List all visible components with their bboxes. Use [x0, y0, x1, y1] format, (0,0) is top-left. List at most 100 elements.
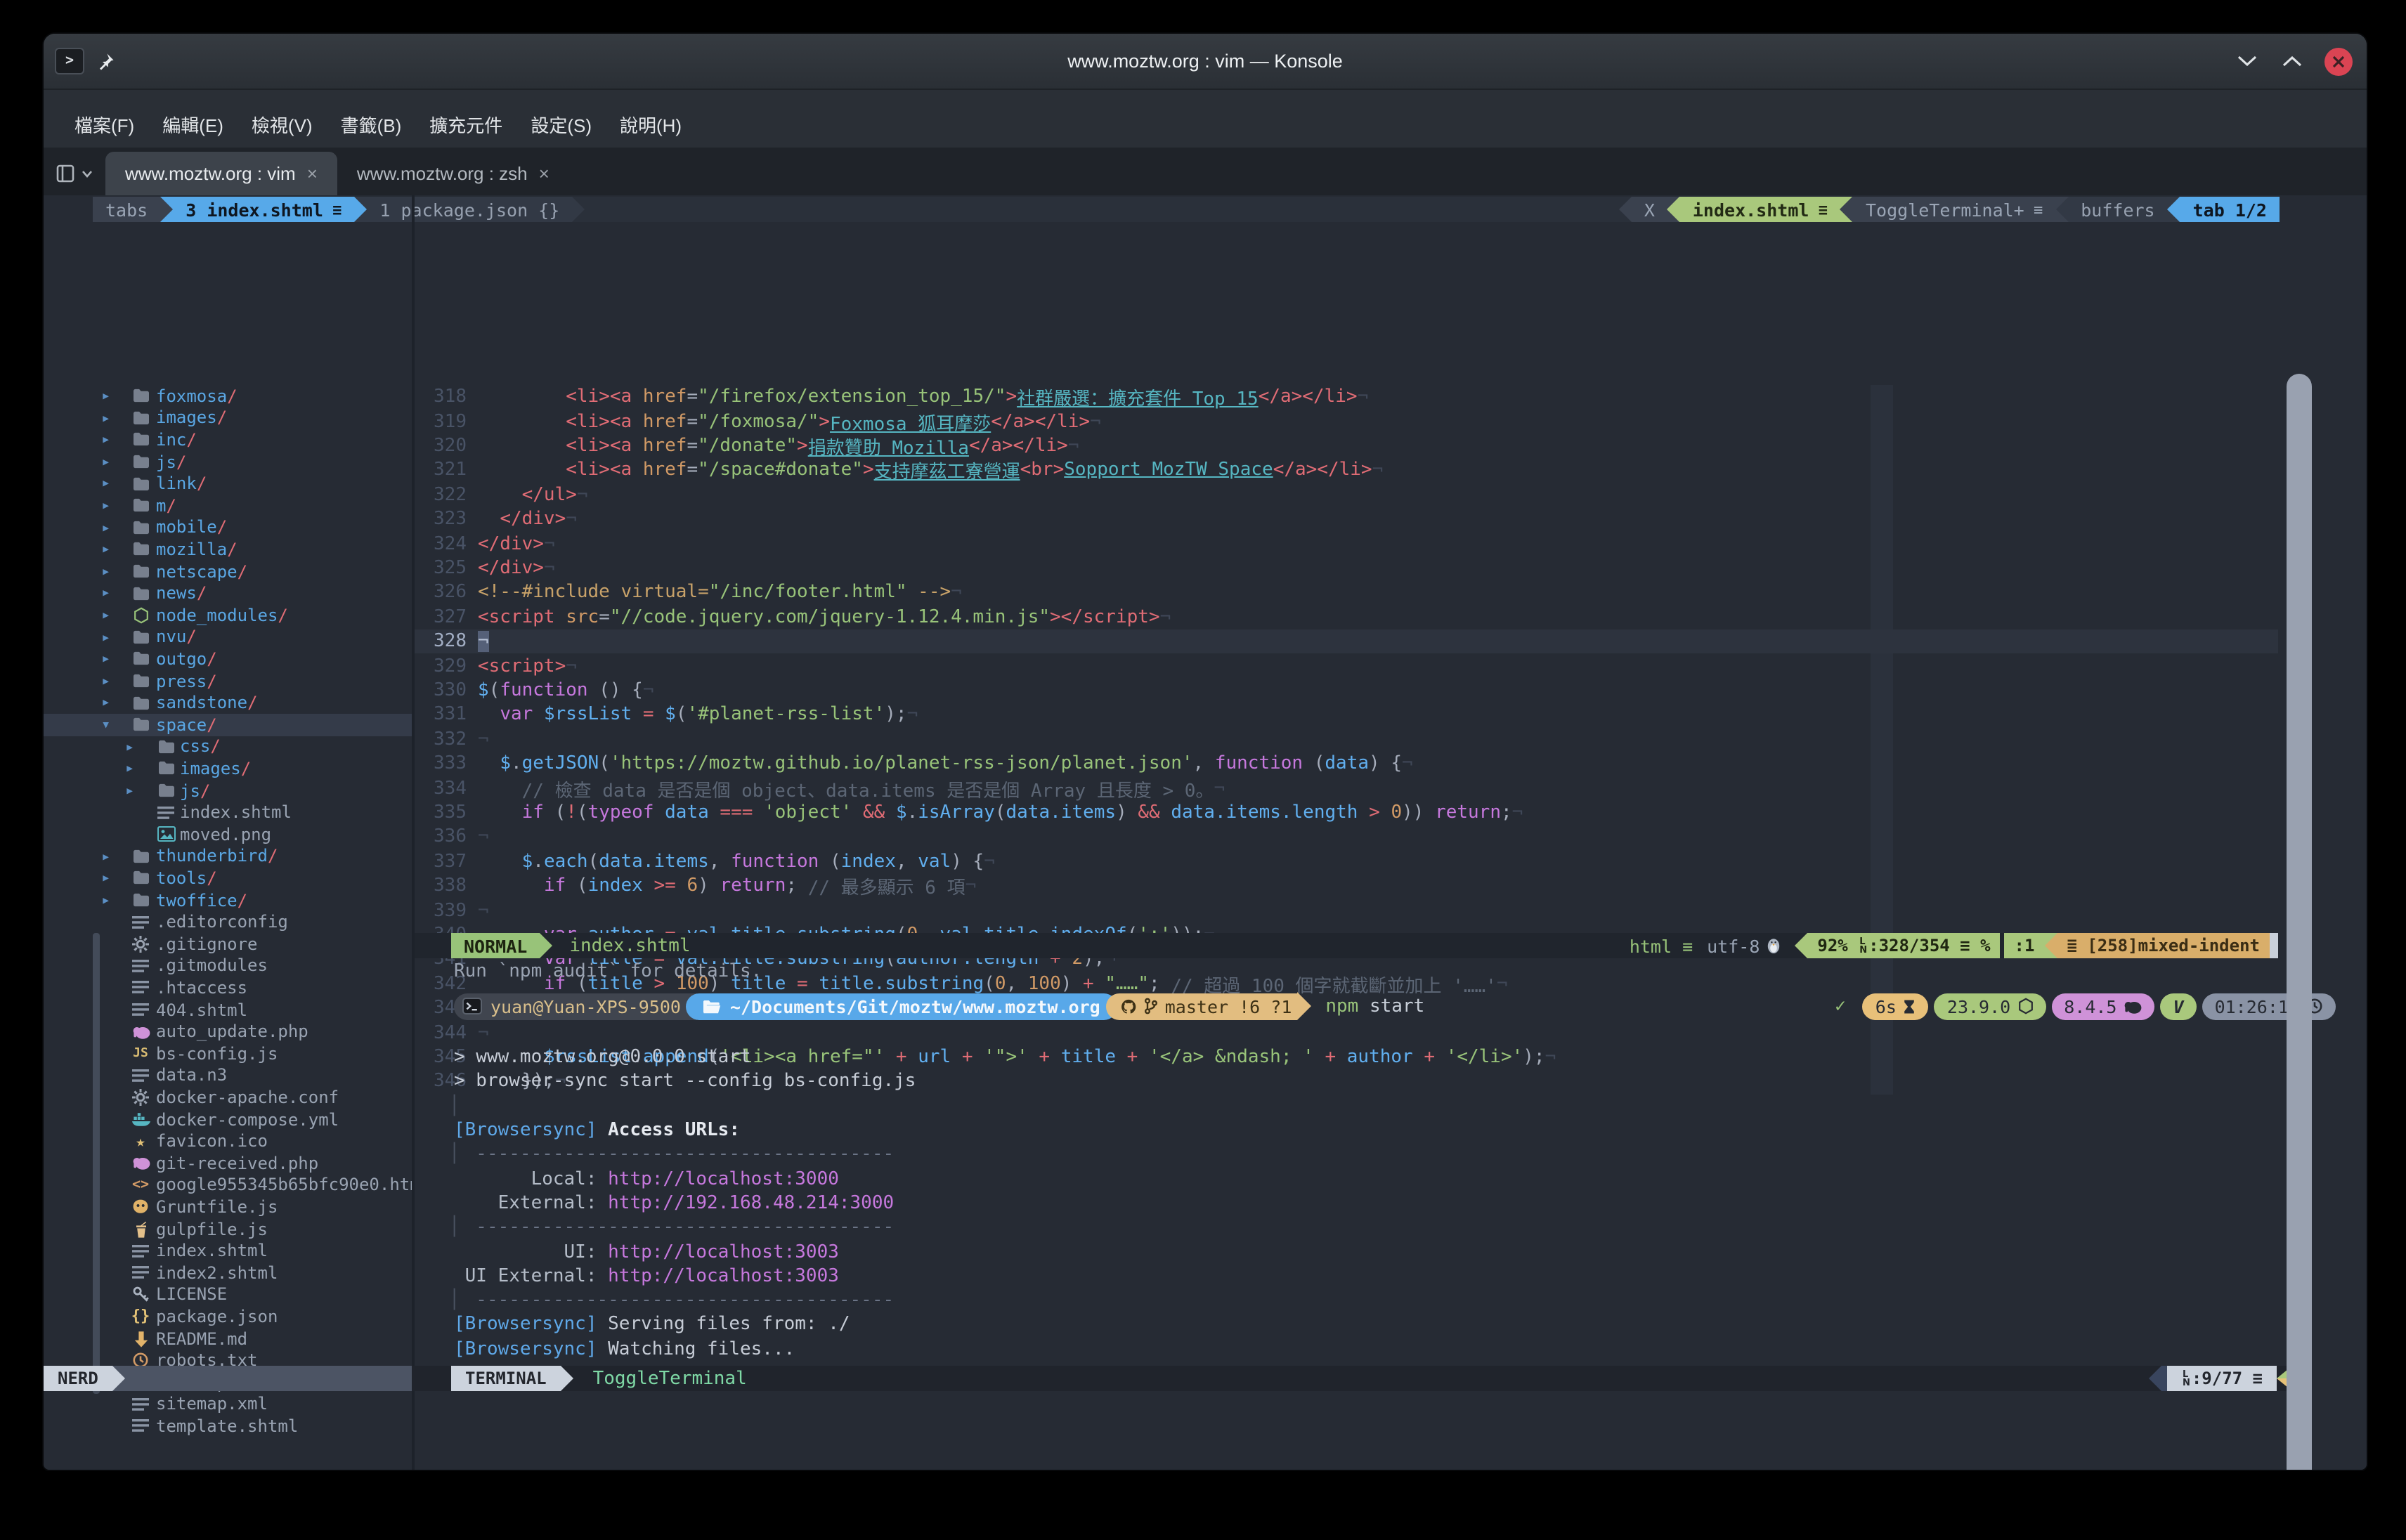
menu-item-2[interactable]: 檢視(V) [238, 107, 327, 142]
tree-item-sandstone[interactable]: ▸sandstone/ [44, 692, 412, 714]
menu-item-4[interactable]: 擴充元件 [415, 107, 516, 142]
chevron-right-icon[interactable]: ▸ [101, 692, 110, 714]
tree-item-git-received.php[interactable]: git-received.php [44, 1152, 412, 1174]
tree-item-docker-apache.conf[interactable]: docker-apache.conf [44, 1086, 412, 1108]
tree-item-moved.png[interactable]: moved.png [44, 823, 412, 845]
tree-item-nvu[interactable]: ▸nvu/ [44, 626, 412, 648]
tree-item-inc[interactable]: ▸inc/ [44, 429, 412, 450]
nerdtree-sidebar[interactable]: ▸foxmosa/▸images/▸inc/▸js/▸link/▸m/▸mobi… [44, 195, 412, 1470]
tree-item-google955345b65bfc90e0.htm[interactable]: <>google955345b65bfc90e0.htm [44, 1174, 412, 1196]
chevron-right-icon[interactable]: ▸ [125, 780, 134, 802]
tree-item-mobile[interactable]: ▸mobile/ [44, 516, 412, 538]
tab-close-icon[interactable]: × [307, 163, 318, 184]
chevron-right-icon[interactable]: ▸ [101, 561, 110, 582]
chevron-right-icon[interactable]: ▸ [101, 889, 110, 911]
tree-item-index.shtml[interactable]: index.shtml [44, 802, 412, 823]
konsole-window: > www.moztw.org : vim — Konsole 檔案(F)編輯(… [42, 32, 2368, 1471]
folder-icon [156, 736, 176, 757]
terminal-output-line: [Browsersync] Serving files from: ./ [454, 1313, 850, 1338]
tree-item-index2.shtml[interactable]: index2.shtml [44, 1262, 412, 1284]
tree-item-template.shtml[interactable]: template.shtml [44, 1415, 412, 1437]
tree-item-.gitignore[interactable]: .gitignore [44, 933, 412, 955]
code-line-323: 323 </div>¬ [415, 507, 2278, 532]
window-titlebar[interactable]: > www.moztw.org : vim — Konsole [44, 34, 2367, 90]
minimize-button[interactable] [2235, 48, 2260, 74]
chevron-right-icon[interactable]: ▸ [101, 670, 110, 692]
maximize-button[interactable] [2280, 48, 2305, 74]
tree-item-tools[interactable]: ▸tools/ [44, 867, 412, 889]
konsole-tab-0[interactable]: www.moztw.org : vim× [105, 152, 337, 195]
chevron-right-icon[interactable]: ▸ [101, 495, 110, 516]
tree-item-css[interactable]: ▸css/ [44, 736, 412, 757]
line-number: 325 [415, 558, 467, 579]
tree-item-mozilla[interactable]: ▸mozilla/ [44, 538, 412, 560]
tree-item-space[interactable]: ▾space/ [44, 714, 412, 736]
pin-icon[interactable] [96, 51, 115, 71]
tree-item-docker-compose.yml[interactable]: docker-compose.yml [44, 1109, 412, 1130]
vim-terminal-view: tabs3 index.shtml ≡1 package.json {}Xind… [44, 195, 2367, 1470]
tree-item-js[interactable]: ▸js/ [44, 780, 412, 802]
tree-item-thunderbird[interactable]: ▸thunderbird/ [44, 845, 412, 867]
tab-close-icon[interactable]: × [539, 163, 550, 184]
chevron-right-icon[interactable]: ▸ [101, 516, 110, 538]
menu-item-6[interactable]: 說明(H) [606, 107, 696, 142]
new-tab-button[interactable] [44, 153, 105, 195]
tree-item-images[interactable]: ▸images/ [44, 757, 412, 779]
filelines-icon [131, 955, 150, 977]
tree-item-.editorconfig[interactable]: .editorconfig [44, 911, 412, 933]
chevron-right-icon[interactable]: ▸ [101, 648, 110, 670]
tree-item-index.shtml[interactable]: index.shtml [44, 1240, 412, 1262]
folder-icon [131, 714, 150, 736]
tree-item-images[interactable]: ▸images/ [44, 407, 412, 429]
tree-item-twoffice[interactable]: ▸twoffice/ [44, 889, 412, 911]
chevron-right-icon[interactable]: ▸ [101, 429, 110, 450]
tree-item-.htaccess[interactable]: .htaccess [44, 977, 412, 998]
tree-item-data.n3[interactable]: data.n3 [44, 1064, 412, 1086]
menu-item-5[interactable]: 設定(S) [516, 107, 606, 142]
tree-item-js[interactable]: ▸js/ [44, 451, 412, 473]
scrollbar-thumb[interactable] [2287, 374, 2312, 1471]
tree-item-outgo[interactable]: ▸outgo/ [44, 648, 412, 670]
tree-item-README.md[interactable]: README.md [44, 1328, 412, 1350]
konsole-tab-1[interactable]: www.moztw.org : zsh× [337, 152, 569, 195]
chevron-right-icon[interactable]: ▸ [101, 845, 110, 867]
tree-item-.gitmodules[interactable]: .gitmodules [44, 955, 412, 977]
code-text: <li><a href="/space#donate">支持摩茲工寮營運<br>… [478, 457, 1383, 484]
close-button[interactable] [2324, 47, 2353, 75]
chevron-right-icon[interactable]: ▸ [101, 867, 110, 889]
tree-item-gulpfile.js[interactable]: gulpfile.js [44, 1218, 412, 1240]
tree-item-m[interactable]: ▸m/ [44, 495, 412, 516]
tree-item-auto_update.php[interactable]: auto_update.php [44, 1021, 412, 1043]
tree-item-package.json[interactable]: {}package.json [44, 1305, 412, 1327]
chevron-right-icon[interactable]: ▸ [101, 407, 110, 429]
chevron-right-icon[interactable]: ▸ [101, 582, 110, 604]
tree-item-netscape[interactable]: ▸netscape/ [44, 561, 412, 582]
chevron-right-icon[interactable]: ▸ [101, 626, 110, 648]
tree-item-news[interactable]: ▸news/ [44, 582, 412, 604]
code-text: if (index >= 6) return; // 最多顯示 6 項¬ [478, 873, 976, 899]
tree-item-node_modules[interactable]: ▸node_modules/ [44, 604, 412, 626]
chevron-right-icon[interactable]: ▸ [101, 451, 110, 473]
tree-item-press[interactable]: ▸press/ [44, 670, 412, 692]
chevron-down-icon[interactable]: ▾ [101, 714, 110, 736]
chevron-right-icon[interactable]: ▸ [125, 757, 134, 779]
folder-icon [131, 429, 150, 450]
menu-item-1[interactable]: 編輯(E) [148, 107, 238, 142]
tree-item-LICENSE[interactable]: LICENSE [44, 1284, 412, 1305]
tree-item-Gruntfile.js[interactable]: Gruntfile.js [44, 1196, 412, 1218]
tree-item-404.shtml[interactable]: 404.shtml [44, 999, 412, 1021]
chevron-right-icon[interactable]: ▸ [101, 604, 110, 626]
code-text: if (!(typeof data === 'object' && $.isAr… [478, 802, 1523, 823]
tree-item-link[interactable]: ▸link/ [44, 473, 412, 495]
folder-icon [131, 561, 150, 582]
chevron-right-icon[interactable]: ▸ [125, 736, 134, 757]
menu-item-0[interactable]: 檔案(F) [60, 107, 148, 142]
tree-item-sitemap.xml[interactable]: sitemap.xml [44, 1393, 412, 1415]
tree-item-foxmosa[interactable]: ▸foxmosa/ [44, 385, 412, 407]
tree-item-favicon.ico[interactable]: ★favicon.ico [44, 1130, 412, 1152]
chevron-right-icon[interactable]: ▸ [101, 473, 110, 495]
chevron-right-icon[interactable]: ▸ [101, 538, 110, 560]
tree-item-bs-config.js[interactable]: JSbs-config.js [44, 1043, 412, 1064]
menu-item-3[interactable]: 書籤(B) [327, 107, 416, 142]
chevron-right-icon[interactable]: ▸ [101, 385, 110, 407]
